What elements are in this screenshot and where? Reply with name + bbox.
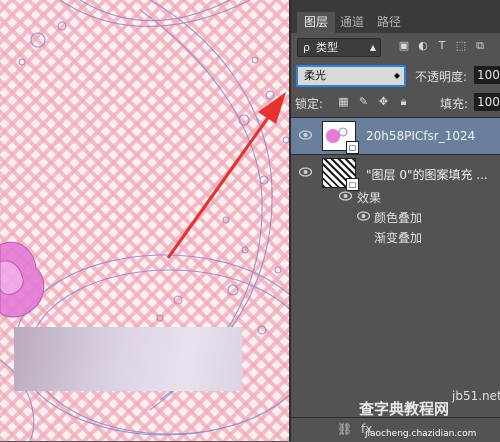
- watermark-url: jb51.net: [452, 389, 500, 403]
- effects-row[interactable]: 效果: [291, 187, 500, 205]
- eye-icon[interactable]: [299, 130, 312, 140]
- blend-mode-value: 柔光: [304, 69, 326, 82]
- eye-icon[interactable]: [357, 211, 370, 221]
- layer-thumbnail: ▢: [322, 121, 359, 154]
- text-filter-icon[interactable]: T: [435, 39, 449, 53]
- search-icon: ρ: [303, 41, 310, 54]
- lock-image-pixels-icon[interactable]: ✎: [357, 95, 370, 108]
- lock-label: 锁定:: [295, 97, 324, 111]
- effect-item-gradient-overlay[interactable]: 渐变叠加: [291, 227, 500, 245]
- select-arrows-icon: ◆: [393, 71, 400, 80]
- smart-object-badge-icon: ▢: [346, 141, 359, 154]
- fill-input[interactable]: 100: [474, 93, 500, 111]
- blend-row: 柔光 ◆ 不透明度: 100: [291, 61, 500, 89]
- shape-filter-icon[interactable]: ⬚: [454, 39, 468, 53]
- eye-icon[interactable]: [299, 167, 312, 177]
- image-filter-icon[interactable]: ▣: [397, 39, 411, 53]
- lock-position-icon[interactable]: ✥: [377, 95, 390, 108]
- adjustment-filter-icon[interactable]: ◐: [416, 39, 430, 53]
- tab-layers[interactable]: 图层: [297, 12, 336, 33]
- layer-row-selected[interactable]: ▢ 20h58PICfsr_1024: [291, 118, 500, 154]
- layer-filter-row: ρ 类型 ▲ ▣ ◐ T ⬚ ⧉: [291, 33, 500, 61]
- effect-item-color-overlay[interactable]: 颜色叠加: [291, 207, 500, 225]
- select-arrows-icon: ▲: [369, 43, 376, 52]
- effect-name: 渐变叠加: [374, 231, 423, 245]
- lock-row: 锁定: ▦ ✎ ✥ 🔒︎ 填充: 100: [291, 89, 500, 115]
- blend-mode-select[interactable]: 柔光 ◆: [296, 65, 406, 87]
- lock-all-icon[interactable]: 🔒︎: [397, 95, 410, 108]
- smart-object-filter-icon[interactable]: ⧉: [473, 39, 487, 53]
- filter-kind-select[interactable]: ρ 类型 ▲: [297, 38, 381, 57]
- tab-channels[interactable]: 通道: [333, 12, 371, 33]
- document-canvas[interactable]: [0, 0, 289, 441]
- opacity-label: 不透明度:: [415, 70, 468, 84]
- link-layers-icon[interactable]: ⛓: [337, 422, 352, 436]
- layer-name: 20h58PICfsr_1024: [366, 129, 476, 143]
- layer-name: "图层 0"的图案填充 ...: [366, 168, 488, 182]
- opacity-input[interactable]: 100: [474, 66, 500, 84]
- watermark-domain: jiaocheng.chazidian.com: [365, 429, 477, 439]
- fill-label: 填充:: [440, 97, 469, 111]
- gradient-preview-rect: [14, 327, 242, 391]
- pattern-fill-thumbnail: ▢: [322, 158, 359, 191]
- layers-panel: 图层 通道 路径 ρ 类型 ▲ ▣ ◐ T ⬚ ⧉ 柔光 ◆ 不透明度: 100…: [291, 0, 500, 442]
- tab-paths[interactable]: 路径: [370, 12, 408, 33]
- panel-tab-bar: 图层 通道 路径: [291, 0, 500, 33]
- layer-row[interactable]: ▢ "图层 0"的图案填充 ...: [291, 155, 500, 191]
- watermark-text: 查字典教程网: [359, 400, 450, 418]
- effect-name: 颜色叠加: [374, 211, 423, 225]
- eye-icon[interactable]: [339, 191, 352, 201]
- filter-kind-label: 类型: [316, 41, 338, 54]
- lock-transparent-pixels-icon[interactable]: ▦: [337, 95, 350, 108]
- effects-label: 效果: [357, 191, 382, 205]
